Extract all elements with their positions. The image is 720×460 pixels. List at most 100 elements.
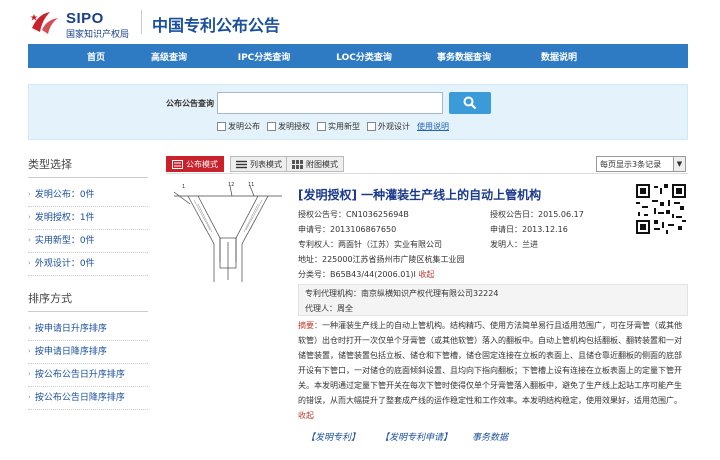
sidebar-item-label: 按公布公告日升序排序	[34, 370, 125, 380]
type-filters: 发明公布 发明授权 实用新型 外观设计 使用说明	[217, 121, 449, 132]
nav-item-ipc-search[interactable]: IPC分类查询	[214, 50, 314, 63]
sidebar: 类型选择 › 发明公布：0件 › 发明授权：1件 › 实用新型：0件 › 外观设计：0件…	[28, 152, 148, 410]
abstract-collapse-link[interactable]: 收起	[298, 411, 314, 420]
search-button[interactable]	[449, 92, 491, 114]
agency-label: 专利代理机构：	[305, 289, 361, 298]
filter-design[interactable]: 外观设计	[367, 121, 410, 132]
tab-publication-mode[interactable]: 公布模式	[166, 156, 224, 172]
grant-date-value: 2015.06.17	[538, 210, 584, 219]
checkbox[interactable]	[217, 122, 226, 131]
filter-utility-model[interactable]: 实用新型	[317, 121, 360, 132]
filter-label: 发明授权	[278, 122, 310, 131]
abstract-label: 摘要：	[298, 321, 322, 330]
application-date-label: 申请日：	[490, 225, 522, 234]
classification-label: 分类号：	[298, 270, 330, 279]
per-page-select[interactable]: 每页显示3条记录 ▼	[596, 156, 686, 172]
application-date-value: 2013.12.16	[522, 225, 568, 234]
collapse-link[interactable]: 收起	[418, 270, 434, 279]
checkbox[interactable]	[317, 122, 326, 131]
sidebar-item-utility-model[interactable]: › 实用新型：0件	[28, 230, 148, 253]
sort-pub-date-asc[interactable]: › 按公布公告日升序排序	[28, 364, 148, 387]
patentee: 专利权人：两面针（江苏）实业有限公司	[298, 239, 442, 250]
sidebar-item-invention-publication[interactable]: › 发明公布：0件	[28, 184, 148, 207]
sort-heading: 排序方式	[28, 286, 148, 312]
site-header: SIPO 国家知识产权局 中国专利公布公告	[0, 0, 720, 42]
agency: 专利代理机构：南京纵横知识产权代理有限公司32224	[305, 288, 498, 299]
page-root: SIPO 国家知识产权局 中国专利公布公告 首页 高级查询 IPC分类查询 LO…	[0, 0, 720, 460]
chevron-right-icon: ›	[28, 235, 31, 244]
chevron-right-icon: ›	[28, 323, 31, 332]
abstract-text: 一种灌装生产线上的自动上管机构。结构精巧、使用方法简单易行且适用范围广，可在牙膏…	[298, 321, 682, 405]
chevron-right-icon: ›	[28, 212, 31, 221]
sidebar-item-label: 发明授权：1件	[34, 213, 95, 223]
search-input[interactable]	[217, 92, 443, 114]
tab-list-mode[interactable]: 列表模式	[230, 156, 288, 172]
patent-title[interactable]: [发明授权] 一种灌装生产线上的自动上管机构	[298, 186, 541, 203]
filter-label: 实用新型	[328, 122, 360, 131]
application-number-label: 申请号：	[298, 225, 330, 234]
view-toolbar: 公布模式 列表模式 附图模式 每页显示3条记录 ▼	[166, 156, 688, 172]
inventor-label: 发明人：	[490, 240, 522, 249]
address-label: 地址：	[298, 255, 322, 264]
logo-text: SIPO	[66, 10, 104, 27]
sidebar-item-invention-grant[interactable]: › 发明授权：1件	[28, 207, 148, 230]
classification-value: B65B43/44(2006.01)I	[330, 270, 416, 279]
application-number-value: 2013106867650	[330, 225, 397, 234]
main-nav: 首页 高级查询 IPC分类查询 LOC分类查询 事务数据查询 数据说明	[28, 44, 688, 68]
classification: 分类号：B65B43/44(2006.01)I 收起	[298, 269, 434, 280]
search-panel: 公布公告查询 发明公布 发明授权 实用新型 外观设计 使用说明	[28, 84, 688, 140]
invention-application-link[interactable]: 【发明专利申请】	[380, 430, 452, 443]
logo-subtitle: 国家知识产权局	[66, 30, 130, 40]
sort-pub-date-desc[interactable]: › 按公布公告日降序排序	[28, 387, 148, 410]
patent-drawing-thumbnail[interactable]: 1 12 11	[170, 182, 286, 286]
inventor: 发明人：兰进	[490, 239, 538, 250]
sidebar-item-label: 按申请日升序排序	[34, 324, 107, 334]
nav-item-home[interactable]: 首页	[68, 50, 124, 63]
chevron-right-icon: ›	[28, 369, 31, 378]
list-mode-icon	[236, 160, 247, 168]
svg-text:11: 11	[248, 182, 254, 188]
nav-item-advanced-search[interactable]: 高级查询	[124, 50, 214, 63]
invention-patent-link[interactable]: 【发明专利】	[306, 430, 360, 443]
patentee-value: 两面针（江苏）实业有限公司	[338, 240, 442, 249]
nav-item-loc-search[interactable]: LOC分类查询	[314, 50, 414, 63]
grant-number-value: CN103625694B	[346, 210, 409, 219]
address: 地址：225000江苏省扬州市广陵区杭集工业园	[298, 254, 465, 265]
grant-date: 授权公告日：2015.06.17	[490, 209, 584, 220]
abstract: 摘要：一种灌装生产线上的自动上管机构。结构精巧、使用方法简单易行且适用范围广，可…	[298, 318, 688, 423]
tab-figure-mode[interactable]: 附图模式	[286, 156, 344, 172]
sipo-logo[interactable]: SIPO 国家知识产权局	[28, 8, 138, 40]
sort-app-date-asc[interactable]: › 按申请日升序排序	[28, 318, 148, 341]
chevron-right-icon: ›	[28, 189, 31, 198]
type-heading: 类型选择	[28, 152, 148, 178]
sipo-emblem-icon	[30, 12, 58, 34]
nav-item-data-description[interactable]: 数据说明	[514, 50, 604, 63]
checkbox[interactable]	[267, 122, 276, 131]
usage-instructions-link[interactable]: 使用说明	[417, 121, 449, 132]
tab-label: 附图模式	[306, 159, 338, 169]
chevron-down-icon[interactable]: ▼	[673, 157, 685, 171]
sidebar-item-label: 按公布公告日降序排序	[34, 393, 125, 403]
chevron-right-icon: ›	[28, 392, 31, 401]
search-icon	[463, 96, 477, 110]
result-links: 【发明专利】 【发明专利申请】 事务数据	[306, 430, 528, 443]
sidebar-item-design[interactable]: › 外观设计：0件	[28, 253, 148, 276]
chevron-right-icon: ›	[28, 258, 31, 267]
filter-invention-publication[interactable]: 发明公布	[217, 121, 260, 132]
address-value: 225000江苏省扬州市广陵区杭集工业园	[322, 255, 465, 264]
patentee-label: 专利权人：	[298, 240, 338, 249]
search-label: 公布公告查询	[166, 99, 214, 108]
filter-label: 发明公布	[228, 122, 260, 131]
sort-app-date-desc[interactable]: › 按申请日降序排序	[28, 341, 148, 364]
grant-number-label: 授权公告号：	[298, 210, 346, 219]
agent-label: 代理人：	[305, 304, 337, 313]
publication-mode-icon	[172, 159, 183, 169]
figure-mode-icon	[292, 159, 303, 169]
application-date: 申请日：2013.12.16	[490, 224, 568, 235]
transaction-data-link[interactable]: 事务数据	[472, 430, 508, 443]
agency-panel: 专利代理机构：南京纵横知识产权代理有限公司32224 代理人：周全	[298, 284, 688, 316]
checkbox[interactable]	[367, 122, 376, 131]
filter-invention-grant[interactable]: 发明授权	[267, 121, 310, 132]
per-page-value: 每页显示3条记录	[600, 159, 662, 169]
nav-item-transaction-search[interactable]: 事务数据查询	[414, 50, 514, 63]
